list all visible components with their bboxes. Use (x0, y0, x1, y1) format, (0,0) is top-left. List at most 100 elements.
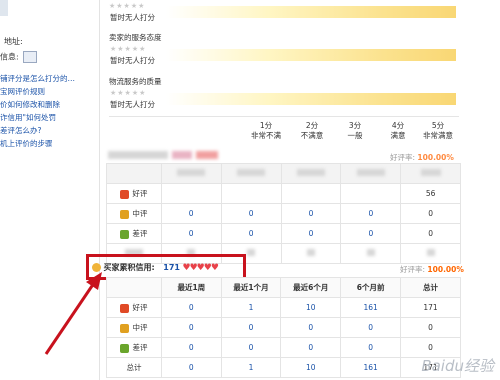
scale-3: 3分 一般 (335, 121, 375, 141)
table-cell[interactable] (160, 183, 222, 204)
header-cell (220, 163, 282, 184)
table-cell[interactable] (340, 183, 402, 204)
header-cell: 6个月前 (340, 277, 402, 298)
rating-bar (166, 6, 456, 18)
header-cell (160, 163, 222, 184)
scale-score: 5分 (431, 121, 445, 130)
scale-desc: 满意 (390, 131, 406, 140)
sidebar-link-rules[interactable]: 宝网评价规则 (0, 86, 45, 97)
rating-value-3: 暂时无人打分 (110, 100, 155, 109)
scale-score: 1分 (259, 121, 273, 130)
table-header-row: 最近1周 最近1个月 最近6个月 6个月前 总计 (106, 277, 461, 298)
row-label-text: 好评 (132, 189, 148, 198)
row-label-text: 好评 (132, 303, 148, 312)
sidebar-link-mobile-steps[interactable]: 机上评价的步骤 (0, 138, 53, 149)
certificate-icon (23, 51, 38, 63)
table-cell: 0 (400, 317, 461, 338)
table-cell: 0 (400, 203, 461, 224)
scale-score: 3分 (348, 121, 362, 130)
row-label: 中评 (106, 203, 162, 224)
seller-stats-table: 好评 56 中评 0 0 0 0 0 差评 0 0 0 0 0 (106, 163, 461, 264)
table-cell[interactable]: 0 (340, 337, 402, 358)
row-label-text: 中评 (132, 323, 148, 332)
neutral-rating-icon (120, 323, 130, 333)
table-cell[interactable]: 0 (160, 317, 222, 338)
star-rating-icon: ★★★★★ (110, 45, 147, 53)
table-cell[interactable]: 0 (220, 223, 282, 244)
scale-score: 2分 (305, 121, 319, 130)
table-cell[interactable]: 0 (220, 317, 282, 338)
sidebar-link-bad-review[interactable]: 差评怎么办? (0, 125, 41, 136)
table-cell[interactable]: 161 (340, 357, 402, 378)
row-label: 好评 (106, 183, 162, 204)
bad-rating-icon (120, 343, 130, 353)
table-cell[interactable]: 0 (160, 357, 222, 378)
table-cell[interactable]: 0 (160, 337, 222, 358)
header-cell: 最近1个月 (220, 277, 282, 298)
table-row: 好评 56 (106, 183, 461, 204)
arrow-head (86, 272, 102, 290)
table-cell[interactable]: 0 (340, 203, 402, 224)
table-cell[interactable]: 10 (280, 297, 342, 318)
table-cell: 0 (400, 223, 461, 244)
buyer-rate: 好评率: 100.00% (400, 264, 464, 275)
bad-rating-icon (120, 229, 130, 239)
sidebar-link-scoring[interactable]: 铺评分是怎么打分的… (0, 73, 75, 84)
table-cell[interactable]: 0 (340, 317, 402, 338)
header-cell (340, 163, 402, 184)
neutral-rating-icon (120, 209, 130, 219)
good-rating-icon (120, 303, 130, 313)
row-label: 总计 (106, 357, 162, 378)
table-row: 中评 0 0 0 0 0 (106, 203, 461, 224)
row-label: 差评 (106, 223, 162, 244)
table-cell[interactable]: 0 (280, 203, 342, 224)
row-label-text: 差评 (132, 343, 148, 352)
header-cell (106, 277, 162, 298)
row-label: 差评 (106, 337, 162, 358)
table-cell[interactable]: 0 (220, 337, 282, 358)
sidebar-link-penalty[interactable]: 诈信用"如何处罚 (0, 112, 56, 123)
scale-4: 4分 满意 (378, 121, 418, 141)
table-cell[interactable]: 0 (280, 223, 342, 244)
rating-bar (166, 49, 456, 61)
table-cell[interactable]: 161 (340, 297, 402, 318)
scale-desc: 非常不满 (251, 131, 281, 140)
scale-desc: 非常满意 (423, 131, 453, 140)
table-row: 总计 0 1 10 161 171 (106, 357, 461, 378)
seller-rate-label: 好评率: (390, 153, 416, 162)
table-cell[interactable]: 0 (340, 223, 402, 244)
rating-value-1: 暂时无人打分 (110, 13, 155, 22)
table-cell[interactable]: 1 (220, 357, 282, 378)
info-label-text: 信息: (0, 52, 19, 62)
table-row: 中评 0 0 0 0 0 (106, 317, 461, 338)
scale-1: 1分 非常不满 (246, 121, 286, 141)
blurred-seller-badge (196, 151, 218, 159)
buyer-stats-table: 最近1周 最近1个月 最近6个月 6个月前 总计 好评 0 1 10 161 1… (106, 277, 461, 378)
table-cell[interactable]: 1 (220, 297, 282, 318)
rating-label-2: 卖家的服务态度 (109, 33, 162, 42)
header-cell: 最近1周 (160, 277, 222, 298)
table-cell[interactable] (220, 183, 282, 204)
table-cell[interactable]: 10 (280, 357, 342, 378)
sidebar-link-edit-delete[interactable]: 价如何修改和删除 (0, 99, 60, 110)
header-cell: 最近6个月 (280, 277, 342, 298)
table-cell[interactable]: 0 (280, 337, 342, 358)
scale-desc: 一般 (347, 131, 363, 140)
scale-desc: 不满意 (300, 131, 324, 140)
table-cell (400, 243, 461, 264)
table-cell: 171 (400, 297, 461, 318)
header-cell (400, 163, 461, 184)
annotation-arrow (44, 272, 102, 355)
table-cell[interactable]: 0 (160, 223, 222, 244)
table-row: 差评 0 0 0 0 0 (106, 337, 461, 358)
rating-value-2: 暂时无人打分 (110, 56, 155, 65)
table-cell[interactable]: 0 (160, 297, 222, 318)
table-cell[interactable] (280, 183, 342, 204)
table-row: 好评 0 1 10 161 171 (106, 297, 461, 318)
header-cell (106, 163, 162, 184)
arrow-shaft (44, 279, 98, 355)
table-cell[interactable]: 0 (220, 203, 282, 224)
table-cell[interactable]: 0 (280, 317, 342, 338)
table-cell (340, 243, 402, 264)
table-cell[interactable]: 0 (160, 203, 222, 224)
